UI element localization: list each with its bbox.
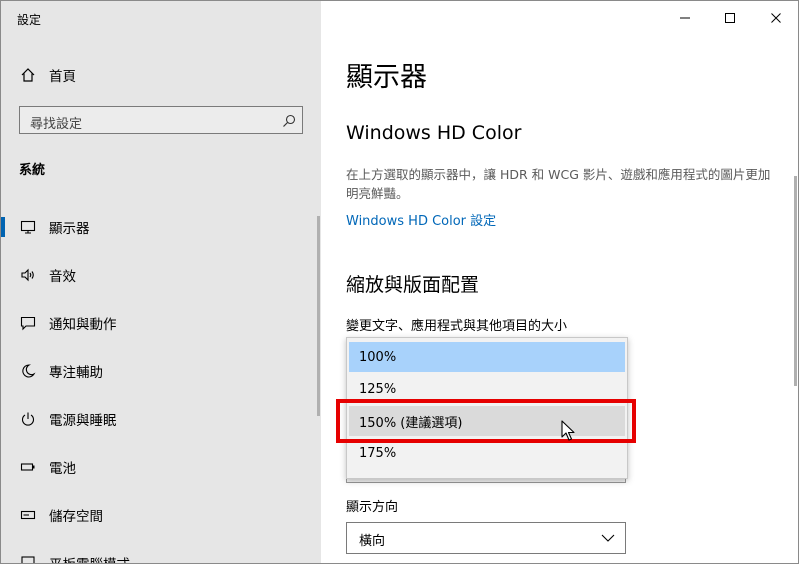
tablet-icon	[19, 554, 37, 563]
close-icon	[771, 13, 781, 23]
sidebar-item-label: 音效	[49, 269, 76, 285]
sidebar-item-label: 儲存空間	[49, 509, 103, 525]
search-icon[interactable]	[282, 113, 296, 127]
maximize-button[interactable]	[718, 7, 742, 29]
minimize-button[interactable]	[673, 7, 697, 29]
hd-color-description: 在上方選取的顯示器中，讓 HDR 和 WCG 影片、遊戲和應用程式的圖片更加明亮…	[346, 167, 771, 201]
settings-window: 設定 首頁 尋找設定 系統 顯示器 音效 通知與動作 專注輔助 電源與睡眠 電池…	[0, 0, 799, 564]
search-placeholder: 尋找設定	[30, 117, 83, 132]
red-highlight-box	[336, 399, 636, 443]
sidebar-item-home[interactable]: 首頁	[1, 55, 321, 95]
sidebar-item-storage[interactable]: 儲存空間	[1, 495, 321, 535]
scale-layout-heading: 縮放與版面配置	[346, 274, 480, 296]
sidebar-item-label: 平板電腦模式	[49, 553, 130, 563]
minimize-icon	[680, 17, 690, 19]
sidebar-item-display[interactable]: 顯示器	[1, 207, 321, 247]
scale-option-100[interactable]: 100%	[349, 342, 625, 372]
search-input[interactable]: 尋找設定	[19, 106, 303, 134]
orientation-value: 橫向	[359, 534, 386, 549]
sidebar-item-power[interactable]: 電源與睡眠	[1, 399, 321, 439]
moon-icon	[19, 362, 37, 380]
sidebar-item-sound[interactable]: 音效	[1, 255, 321, 295]
section-label: 系統	[19, 163, 46, 178]
close-button[interactable]	[764, 7, 788, 29]
hd-color-heading: Windows HD Color	[346, 122, 522, 144]
mouse-cursor-icon	[561, 420, 575, 441]
speaker-icon	[19, 266, 37, 284]
sidebar-item-focus-assist[interactable]: 專注輔助	[1, 351, 321, 391]
chevron-down-icon	[601, 534, 615, 542]
hd-color-settings-link[interactable]: Windows HD Color 設定	[346, 210, 496, 229]
home-icon	[19, 66, 37, 84]
orientation-label: 顯示方向	[346, 500, 399, 515]
sidebar-item-tablet-mode[interactable]: 平板電腦模式	[1, 543, 321, 563]
main-scrollbar[interactable]	[794, 176, 797, 386]
power-icon	[19, 410, 37, 428]
orientation-select[interactable]: 橫向	[346, 522, 626, 554]
monitor-icon	[19, 218, 37, 236]
app-title: 設定	[17, 13, 42, 27]
sidebar-item-label: 電池	[49, 461, 76, 477]
sidebar-item-label: 顯示器	[49, 221, 90, 237]
notification-icon	[19, 314, 37, 332]
sidebar-item-label: 專注輔助	[49, 365, 103, 381]
sidebar: 設定 首頁 尋找設定 系統 顯示器 音效 通知與動作 專注輔助 電源與睡眠 電池…	[1, 1, 321, 563]
battery-icon	[19, 458, 37, 476]
sidebar-item-label: 通知與動作	[49, 317, 117, 333]
page-title: 顯示器	[346, 62, 427, 93]
sidebar-scrollbar[interactable]	[317, 216, 320, 416]
storage-icon	[19, 506, 37, 524]
maximize-icon	[725, 13, 735, 23]
sidebar-item-notifications[interactable]: 通知與動作	[1, 303, 321, 343]
sidebar-item-label: 首頁	[49, 69, 76, 85]
sidebar-item-label: 電源與睡眠	[49, 413, 117, 429]
sidebar-item-battery[interactable]: 電池	[1, 447, 321, 487]
scale-label: 變更文字、應用程式與其他項目的大小	[346, 319, 568, 334]
